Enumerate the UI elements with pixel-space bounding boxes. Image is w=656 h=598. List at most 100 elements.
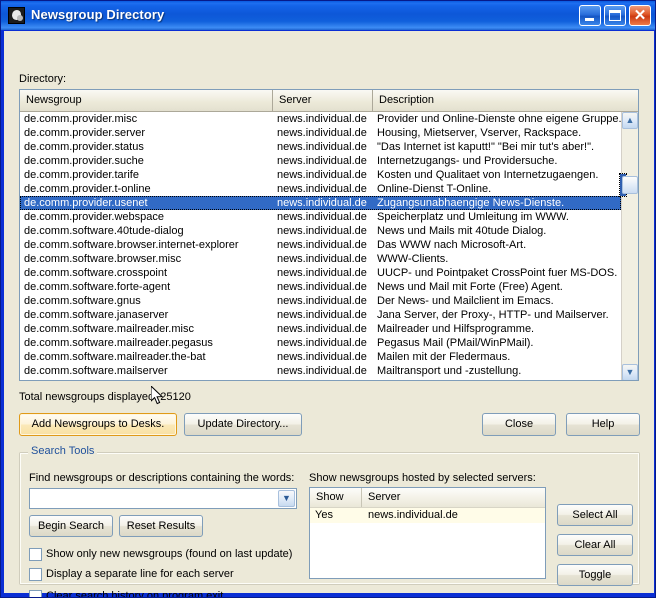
chevron-down-icon: ▼ — [282, 493, 291, 503]
table-row[interactable]: de.comm.software.40tude-dialog news.indiv… — [20, 224, 621, 238]
directory-label: Directory: — [19, 73, 67, 85]
column-header-server[interactable]: Server — [273, 90, 373, 111]
toggle-button[interactable]: Toggle — [557, 564, 633, 586]
cell-description: WWW-Clients. — [377, 253, 449, 265]
table-row[interactable]: de.comm.software.mailreader.misc news.ind… — [20, 322, 621, 336]
column-header-description[interactable]: Description — [373, 90, 638, 111]
close-window-button[interactable]: ✕ — [629, 5, 651, 26]
scrollbar-thumb[interactable] — [622, 176, 638, 194]
server-list-body: Yes news.individual.de — [310, 508, 545, 523]
cell-description: Speicherplatz und Umleitung im WWW. — [377, 211, 569, 223]
scroll-up-button[interactable]: ▲ — [622, 112, 638, 129]
table-row[interactable]: de.comm.software.forte-agent news.individ… — [20, 280, 621, 294]
table-row[interactable]: de.comm.provider.server news.individual.d… — [20, 126, 621, 140]
newsreader-icon — [8, 7, 25, 24]
server-list-item[interactable]: Yes news.individual.de — [310, 508, 545, 523]
cell-server: news.individual.de — [277, 127, 367, 139]
cell-description: Online-Dienst T-Online. — [377, 183, 492, 195]
table-row[interactable]: de.comm.software.mailserver news.individu… — [20, 364, 621, 378]
checkbox-label: Show only new newsgroups (found on last … — [46, 548, 293, 560]
table-row[interactable]: de.comm.provider.tarife news.individual.d… — [20, 168, 621, 182]
dialog-client-area: Directory: Newsgroup Server Description … — [4, 31, 654, 597]
checkbox-box[interactable] — [29, 548, 42, 561]
cell-description: "Das Internet ist kaputt!" "Bei mir tut'… — [377, 141, 595, 153]
cell-description: Das WWW nach Microsoft-Art. — [377, 239, 527, 251]
cell-newsgroup: de.comm.software.mailreader.misc — [24, 323, 194, 335]
server-list-header: Show Server — [310, 488, 545, 508]
search-combo-dropdown-button[interactable]: ▼ — [278, 490, 295, 507]
cell-server: news.individual.de — [277, 113, 367, 125]
maximize-button[interactable] — [604, 5, 626, 26]
server-column-header-server[interactable]: Server — [362, 488, 545, 507]
table-row[interactable]: de.comm.provider.webspace news.individual… — [20, 210, 621, 224]
table-row[interactable]: de.comm.software.crosspoint news.individu… — [20, 266, 621, 280]
table-row[interactable]: de.comm.software.miscnews.individual.deD… — [20, 378, 621, 380]
cell-description: Mailen mit der Fledermaus. — [377, 351, 511, 363]
cell-newsgroup: de.comm.software.mailserver — [24, 365, 168, 377]
cell-server: news.individual.de — [277, 183, 367, 195]
table-row[interactable]: de.comm.provider.usenet news.individual.d… — [20, 196, 621, 210]
newsgroup-directory-window: Newsgroup Directory ✕ Directory: Newsgro… — [0, 0, 656, 598]
server-cell-show: Yes — [315, 509, 333, 521]
cell-description: Provider und Online-Dienste ohne eigene … — [377, 113, 621, 125]
table-row[interactable]: de.comm.software.janaserver news.individu… — [20, 308, 621, 322]
cell-newsgroup: de.comm.software.mailreader.pegasus — [24, 337, 213, 349]
search-input[interactable]: ▼ — [29, 488, 297, 509]
checkbox-label: Display a separate line for each server — [46, 568, 234, 580]
table-row[interactable]: de.comm.software.mailreader.the-bat news.… — [20, 350, 621, 364]
cell-server: news.individual.de — [277, 253, 367, 265]
minimize-icon — [585, 18, 594, 21]
cell-newsgroup: de.comm.provider.status — [24, 141, 144, 153]
cell-server: news.individual.de — [277, 197, 367, 209]
window-title: Newsgroup Directory — [31, 7, 165, 22]
table-row[interactable]: de.comm.provider.t-online news.individual… — [20, 182, 621, 196]
checkbox-box[interactable] — [29, 568, 42, 581]
cell-server: news.individual.de — [277, 378, 375, 380]
cell-server: news.individual.de — [277, 169, 367, 181]
checkbox-box[interactable] — [29, 590, 42, 597]
total-newsgroups-status: Total newsgroups displayed: 25120 — [19, 391, 191, 403]
cell-server: news.individual.de — [277, 211, 367, 223]
newsgroup-list-body: de.comm.provider.misc news.individual.de P… — [20, 112, 621, 380]
close-button[interactable]: Close — [482, 413, 556, 436]
cell-server: news.individual.de — [277, 309, 367, 321]
table-row[interactable]: de.comm.provider.suche news.individual.de… — [20, 154, 621, 168]
minimize-button[interactable] — [579, 5, 601, 26]
cell-newsgroup: de.comm.software.gnus — [24, 295, 141, 307]
search-tools-group-title: Search Tools — [28, 445, 98, 457]
table-row[interactable]: de.comm.provider.status news.individual.d… — [20, 140, 621, 154]
newsgroup-list-scrollbar[interactable]: ▲ ▼ — [619, 112, 638, 380]
cell-server: news.individual.de — [277, 141, 367, 153]
column-header-newsgroup[interactable]: Newsgroup — [20, 90, 273, 111]
reset-results-button[interactable]: Reset Results — [119, 515, 203, 537]
add-newsgroups-button[interactable]: Add Newsgroups to Desks. — [19, 413, 177, 436]
cell-description: Mailreader und Hilfsprogramme. — [377, 323, 535, 335]
title-bar[interactable]: Newsgroup Directory ✕ — [1, 1, 655, 31]
table-row[interactable]: de.comm.provider.misc news.individual.de P… — [20, 112, 621, 126]
cell-description: Kosten und Qualitaet von Internetzugaeng… — [377, 169, 599, 181]
cell-newsgroup: de.comm.software.forte-agent — [24, 281, 171, 293]
cell-newsgroup: de.comm.software.browser.misc — [24, 253, 182, 265]
clear-all-button[interactable]: Clear All — [557, 534, 633, 556]
scroll-down-button[interactable]: ▼ — [622, 364, 638, 380]
table-row[interactable]: de.comm.software.mailreader.pegasus news.… — [20, 336, 621, 350]
cell-description: Internetzugangs- und Providersuche. — [377, 155, 558, 167]
table-row[interactable]: de.comm.software.browser.internet-explor… — [20, 238, 621, 252]
update-directory-button[interactable]: Update Directory... — [184, 413, 302, 436]
checkbox-label: Clear search history on program exit — [46, 590, 224, 598]
cell-newsgroup: de.comm.software.janaserver — [24, 309, 169, 321]
cell-newsgroup: de.comm.software.browser.internet-explor… — [24, 239, 239, 251]
newsgroup-list[interactable]: Newsgroup Server Description de.comm.pro… — [19, 89, 639, 381]
chevron-up-icon: ▲ — [625, 115, 635, 125]
cell-server: news.individual.de — [277, 155, 367, 167]
table-row[interactable]: de.comm.software.browser.misc news.indivi… — [20, 252, 621, 266]
server-list[interactable]: Show Server Yes news.individual.de — [309, 487, 546, 579]
list-column-header: Newsgroup Server Description — [20, 90, 638, 112]
begin-search-button[interactable]: Begin Search — [29, 515, 113, 537]
help-button[interactable]: Help — [566, 413, 640, 436]
cell-server: news.individual.de — [277, 365, 367, 377]
maximize-icon — [609, 10, 621, 21]
server-column-header-show[interactable]: Show — [310, 488, 362, 507]
table-row[interactable]: de.comm.software.gnus news.individual.de D… — [20, 294, 621, 308]
select-all-button[interactable]: Select All — [557, 504, 633, 526]
